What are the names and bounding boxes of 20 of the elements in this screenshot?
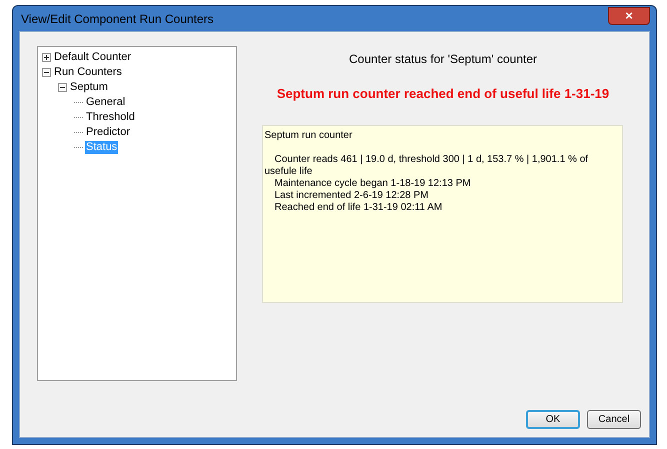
status-heading: Counter status for 'Septum' counter [348,51,537,68]
alert-message: Septum run counter reached end of useful life 1-31-19 [276,85,610,103]
details-title: Septum run counter [264,130,354,142]
tree-item[interactable]: General [85,96,126,109]
ok-button[interactable]: OK [526,410,580,429]
tree-item[interactable]: Threshold [85,111,136,124]
expand-icon[interactable] [42,53,51,62]
tree-item[interactable]: Predictor [85,126,132,139]
window-title: View/Edit Component Run Counters [20,10,214,28]
tree-item[interactable]: Run Counters [53,66,123,79]
collapse-icon[interactable] [42,68,51,77]
details-line: Maintenance cycle began 1-18-19 12:13 PM [274,178,472,190]
details-line: Reached end of life 1-31-19 02:11 AM [274,202,444,214]
collapse-icon[interactable] [58,83,67,92]
close-button[interactable]: × [608,6,650,24]
details-line: Last incremented 2-6-19 12:28 PM [274,190,430,202]
details-line: Counter reads 461 | 19.0 d, threshold 300 | 1 d, 153.7 % | 1,901.1 % of usefule life [264,154,590,178]
cancel-button[interactable]: Cancel [587,410,641,429]
tree-item[interactable]: Default Counter [53,51,132,64]
tree-item[interactable]: Septum [69,81,109,94]
